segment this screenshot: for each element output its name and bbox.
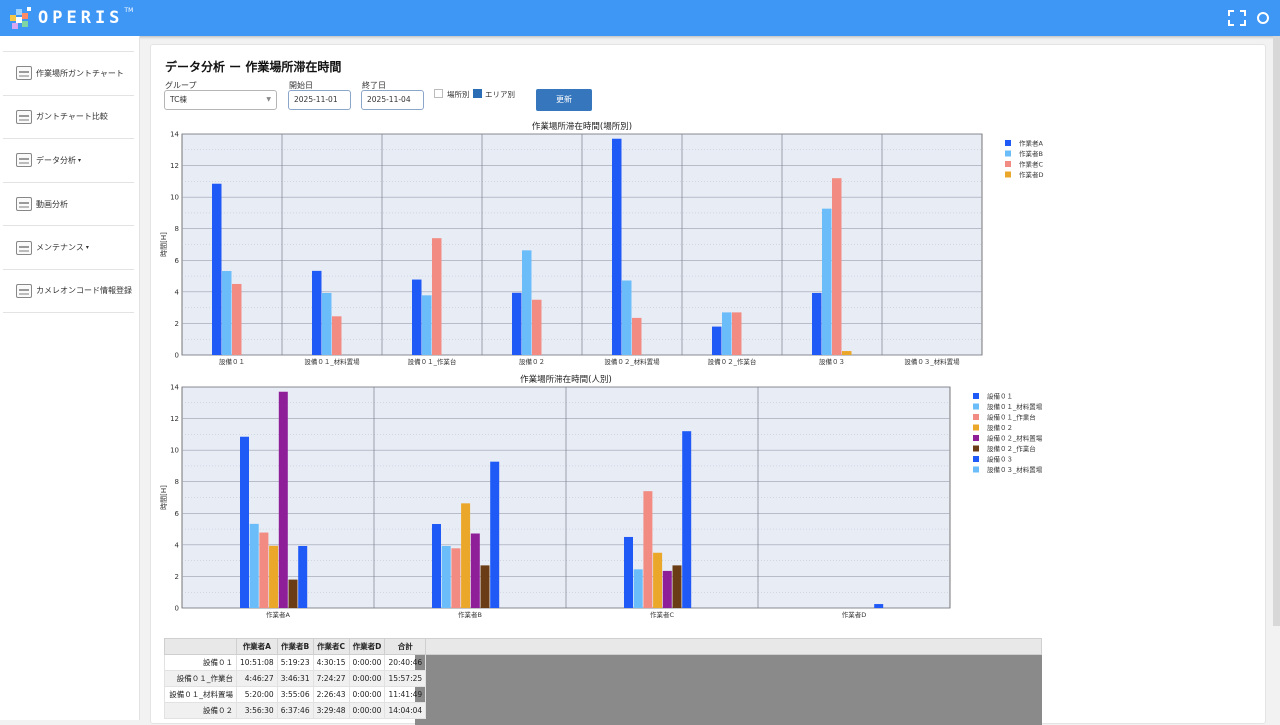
user-menu-icon[interactable] [1257, 12, 1269, 24]
table-row: 設備０２ 3:56:30 6:37:46 3:29:48 0:00:00 14:04:04 [164, 702, 427, 719]
data-analysis-icon [16, 153, 32, 168]
table-header-cell: 合計 [384, 638, 427, 655]
table-cell: 5:20:00 [236, 686, 278, 703]
sidebar-item-label: カメレオンコード情報登録 [36, 286, 132, 296]
table-cell: 7:24:27 [312, 670, 350, 687]
table-row: 設備０１_材料置場 5:20:00 3:55:06 2:26:43 0:00:00 11:… [164, 686, 427, 703]
logo-trademark: TM [124, 7, 134, 14]
table-cell: 6:37:46 [276, 702, 314, 719]
table-cell: 0:00:00 [348, 654, 386, 671]
sidebar-item-label: ガントチャート比較 [36, 112, 108, 122]
table-row-header: 設備０２ [164, 702, 237, 719]
sidebar-item-label: 作業場所ガントチャート [36, 68, 124, 78]
by-area-checkbox[interactable] [473, 89, 482, 98]
caret-down-icon: ▾ [78, 156, 82, 164]
chevron-down-icon: ▼ [266, 96, 271, 103]
sidebar-item-label: 動画分析 [36, 199, 68, 209]
group-select-value: TC棟 [170, 95, 187, 104]
table-cell: 0:00:00 [348, 670, 386, 687]
update-button[interactable]: 更新 [536, 89, 592, 111]
sidebar-item-label: データ分析 [36, 155, 76, 165]
sidebar-item-4[interactable]: メンテナンス ▾ [3, 225, 134, 269]
maintenance-icon [16, 240, 32, 255]
group-select[interactable]: TC棟 ▼ [164, 90, 277, 110]
sidebar-item-1[interactable]: ガントチャート比較 [3, 94, 134, 139]
code-register-icon [16, 283, 32, 298]
table-cell: 3:56:30 [236, 702, 278, 719]
table-row-header: 設備０１_材料置場 [164, 686, 237, 703]
table-header-cell: 作業者C [312, 638, 350, 655]
table-cell: 20:40:46 [384, 654, 427, 671]
table-cell: 0:00:00 [348, 686, 386, 703]
table-row-header: 設備０１_作業台 [164, 670, 237, 687]
table-cell: 2:26:43 [312, 686, 350, 703]
stay-time-table: 作業者A 作業者B 作業者C 作業者D 合計 設備０１ 10:51:08 5:19:23 4:… [164, 638, 427, 719]
table-header-row: 作業者A 作業者B 作業者C 作業者D 合計 [164, 638, 427, 655]
sidebar-item-label: メンテナンス [36, 243, 84, 253]
table-row-header: 設備０１ [164, 654, 237, 671]
logo-text: OPERIS [38, 8, 124, 28]
sidebar-menu: 作業場所ガントチャート ガントチャート比較 データ分析 ▾ 動画分析 メンテナンス ▾ カメレ… [3, 51, 134, 313]
table-cell: 15:57:25 [384, 670, 427, 687]
operis-logo: OPERIS TM [10, 7, 133, 29]
table-cell: 14:04:04 [384, 702, 427, 719]
sidebar-item-2[interactable]: データ分析 ▾ [3, 138, 134, 182]
sidebar-item-0[interactable]: 作業場所ガントチャート [3, 51, 134, 95]
page-title: データ分析 ー 作業場所滞在時間 [165, 60, 342, 74]
caret-down-icon: ▾ [85, 244, 89, 252]
table-cell: 0:00:00 [348, 702, 386, 719]
logo-mark-icon [10, 7, 34, 29]
sidebar: 作業場所ガントチャート ガントチャート比較 データ分析 ▾ 動画分析 メンテナンス ▾ カメレ… [0, 36, 140, 720]
table-header-cell: 作業者D [348, 638, 386, 655]
table-cell: 11:41:49 [384, 686, 427, 703]
table-header-cell [164, 638, 237, 655]
gantt-chart-icon [16, 66, 32, 81]
compare-chart-icon [16, 109, 32, 124]
table-header-cell: 作業者A [236, 638, 278, 655]
table-cell: 4:30:15 [312, 654, 350, 671]
table-cell: 3:29:48 [312, 702, 350, 719]
by-place-checkbox[interactable] [434, 89, 443, 98]
main-panel [150, 44, 1266, 724]
by-place-label: 場所別 [447, 90, 470, 99]
top-bar: OPERIS TM [0, 0, 1280, 36]
table-row: 設備０１_作業台 4:46:27 3:46:31 7:24:27 0:00:00 15:5… [164, 670, 427, 687]
table-header-filler [414, 638, 1042, 655]
table-empty-area [415, 655, 1042, 725]
start-date-input[interactable]: 2025-11-01 [288, 90, 351, 110]
by-area-label: エリア別 [485, 90, 515, 99]
end-date-input[interactable]: 2025-11-04 [361, 90, 424, 110]
table-cell: 3:46:31 [276, 670, 314, 687]
table-header-cell: 作業者B [276, 638, 314, 655]
sidebar-item-5[interactable]: カメレオンコード情報登録 [3, 268, 134, 313]
table-cell: 3:55:06 [276, 686, 314, 703]
sidebar-item-3[interactable]: 動画分析 [3, 181, 134, 226]
page-scrollbar[interactable] [1273, 36, 1280, 626]
video-search-icon [16, 197, 32, 212]
fullscreen-icon[interactable] [1228, 10, 1246, 26]
table-cell: 4:46:27 [236, 670, 278, 687]
table-cell: 5:19:23 [276, 654, 314, 671]
table-cell: 10:51:08 [236, 654, 278, 671]
table-row: 設備０１ 10:51:08 5:19:23 4:30:15 0:00:00 20:40:4… [164, 654, 427, 671]
